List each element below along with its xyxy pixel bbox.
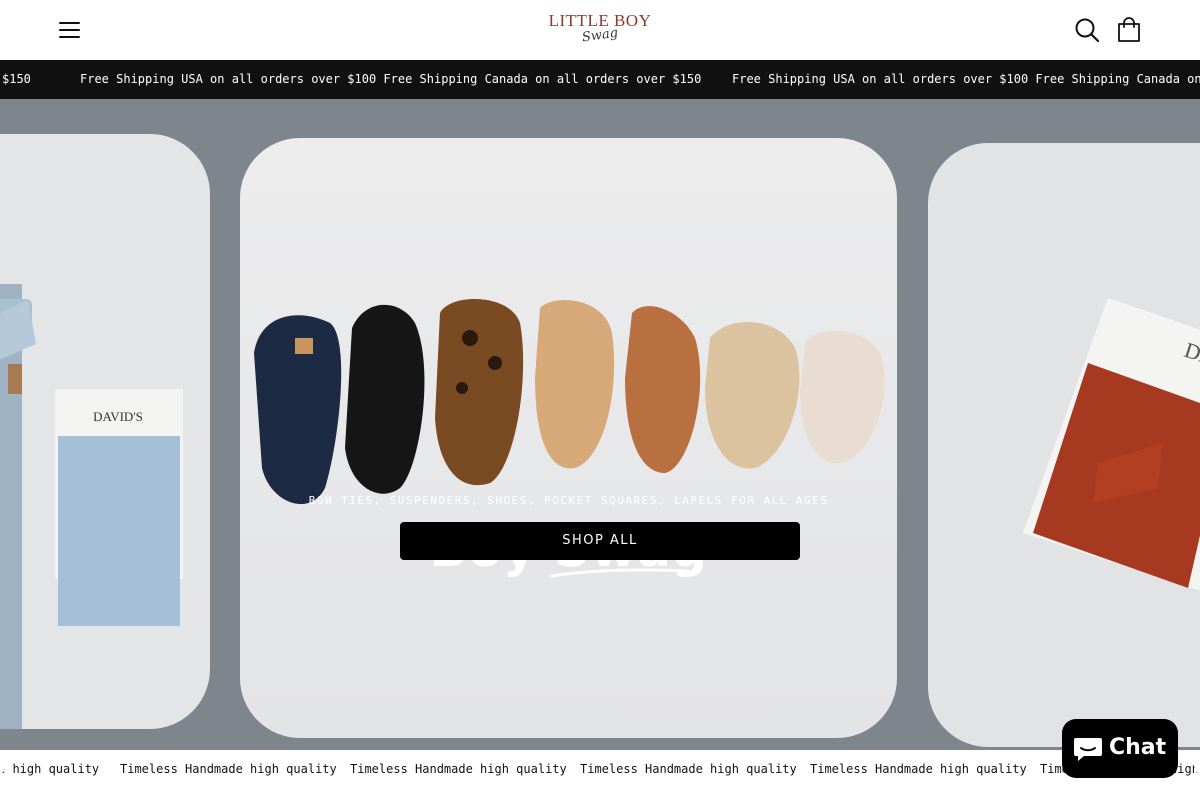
red-bowtie-image: DAVID'S <box>1023 298 1200 591</box>
hamburger-menu-icon[interactable] <box>58 18 82 42</box>
baby-shoes-image <box>254 299 885 505</box>
blue-suspenders-image: DAVID'S <box>0 284 183 729</box>
announcement-item: Free Shipping USA on all orders over $10… <box>732 72 1200 86</box>
shop-all-button[interactable]: SHOP ALL <box>400 522 800 560</box>
slide-current[interactable] <box>240 138 897 738</box>
site-logo[interactable]: LITTLE BOY Swag <box>540 8 660 52</box>
search-icon[interactable] <box>1074 17 1100 43</box>
menu-line <box>59 36 80 38</box>
chat-label: Chat <box>1109 735 1167 760</box>
marquee-item: Timeless Handmade high quality <box>120 762 337 776</box>
page-bottom <box>0 786 1200 800</box>
announcement-fragment: $150 <box>2 72 31 86</box>
shopping-bag-icon[interactable] <box>1117 17 1141 43</box>
announcement-item: Free Shipping USA on all orders over $10… <box>80 72 702 86</box>
marquee-item: Timeless Handmade high quality <box>810 762 1027 776</box>
slide-next[interactable]: DAVID'S <box>928 143 1200 747</box>
menu-line <box>59 22 80 24</box>
announcement-bar: $150 Free Shipping USA on all orders ove… <box>0 60 1200 99</box>
menu-line <box>59 29 80 31</box>
slide-previous[interactable]: DAVID'S <box>0 134 210 729</box>
hero-subtitle: BOW TIES, SUSPENDERS, SHOES, POCKET SQUA… <box>308 494 829 507</box>
marquee-item: Timeless Handmade high quality <box>580 762 797 776</box>
marquee-item: Timeless Handmade high quality <box>350 762 567 776</box>
quality-marquee: e high quality Timeless Handmade high qu… <box>0 750 1200 786</box>
marquee-item: e high quality <box>0 762 100 776</box>
chat-bubble-icon <box>1074 738 1102 761</box>
chat-button[interactable]: Chat <box>1062 719 1178 778</box>
hero-slider: DAVID'S DAVID'S BOW TIES, SUSPENDERS, SH… <box>0 99 1200 750</box>
site-header: LITTLE BOY Swag <box>0 0 1200 60</box>
underline-swoosh <box>550 568 690 578</box>
swatch-brand-label: DAVID'S <box>93 409 143 424</box>
